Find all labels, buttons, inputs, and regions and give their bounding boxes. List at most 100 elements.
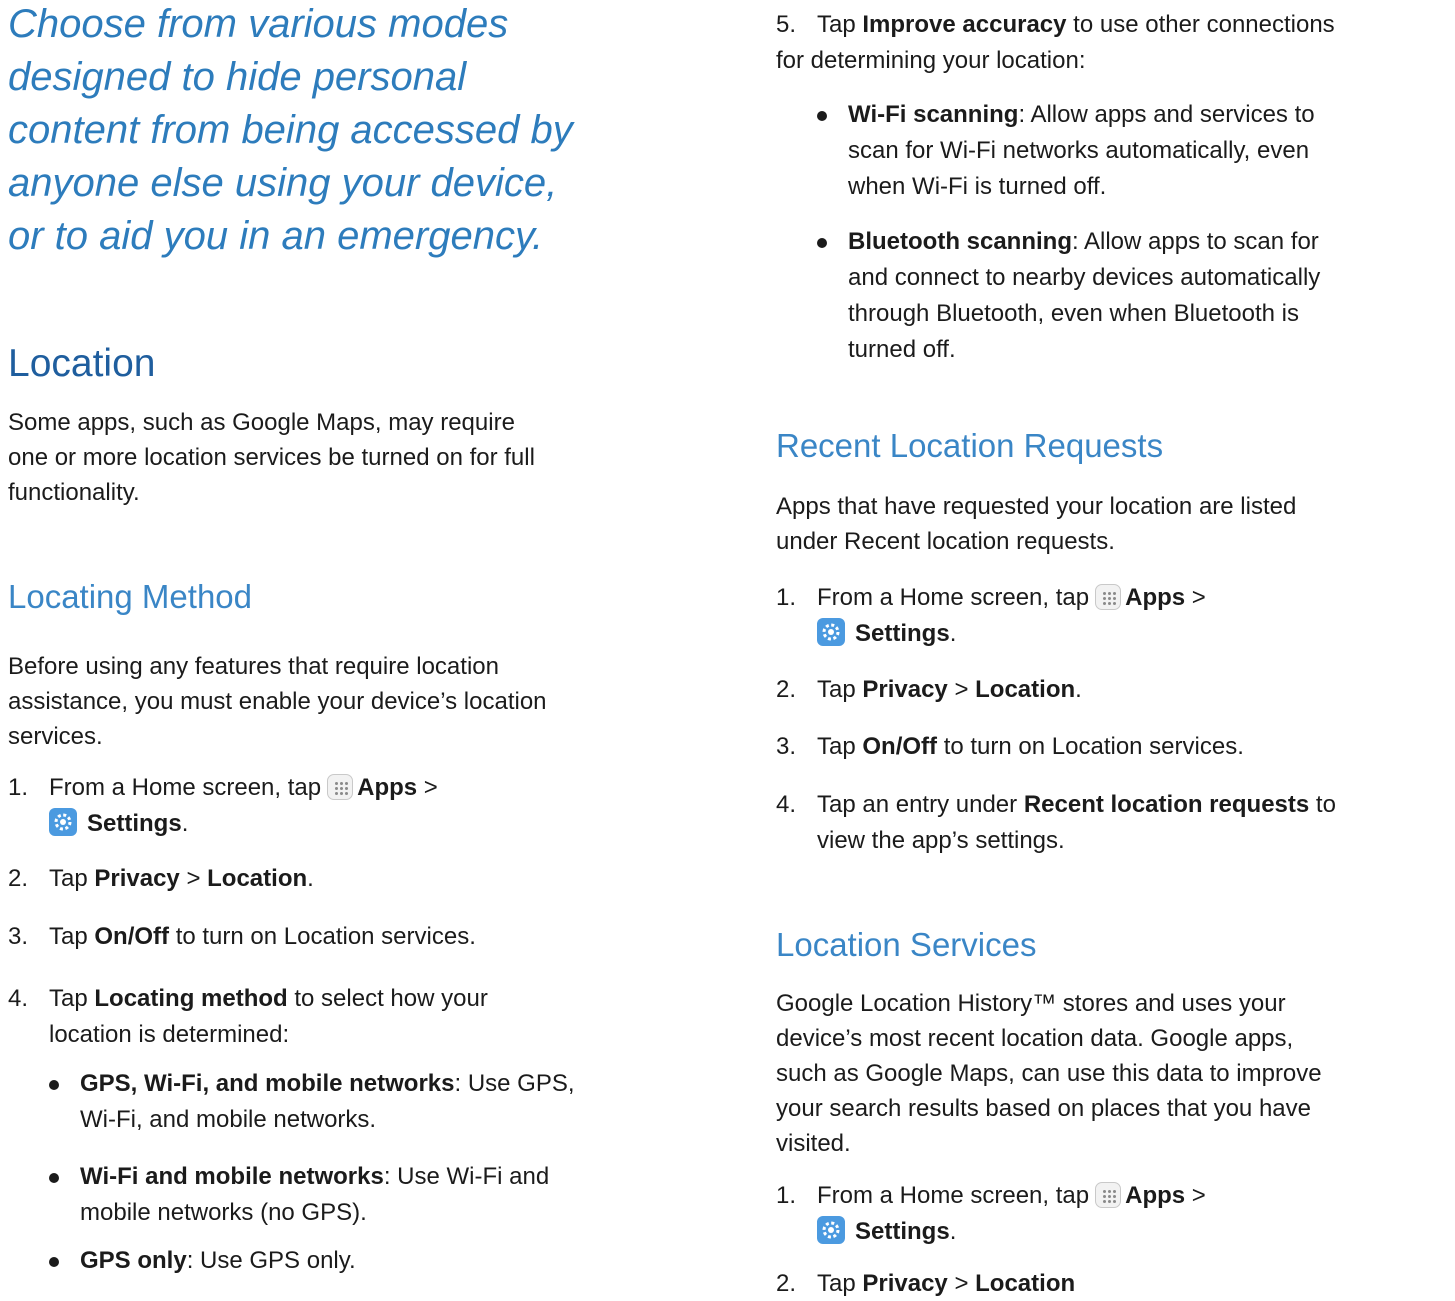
step-text: for determining your location: [776, 47, 1086, 74]
step-text: From a Home screen, tap [817, 1182, 1090, 1209]
desc-line: such as Google Maps, can use this data t… [776, 1060, 1322, 1087]
step-text: to turn on Location services. [943, 733, 1244, 760]
separator: > [1191, 584, 1206, 611]
step-text: From a Home screen, tap [49, 774, 322, 801]
step-text: to select how your [294, 985, 488, 1012]
desc-line: Some apps, such as Google Maps, may requ… [8, 409, 515, 436]
step-text: Tap [817, 676, 856, 703]
desc-line: functionality. [8, 479, 140, 506]
locating-method-description: Before using any features that require l… [8, 649, 547, 754]
desc-line: under Recent location requests. [776, 528, 1115, 555]
bullet-text: and connect to nearby devices automatica… [848, 264, 1321, 291]
step-number: 4. [8, 985, 29, 1012]
locating-method-heading: Locating Method [8, 578, 253, 615]
step-number: 5. [776, 11, 797, 38]
bullet-text: : Allow apps and services to [1018, 101, 1315, 128]
settings-gear-icon [817, 618, 845, 646]
bullet-text: through Bluetooth, even when Bluetooth i… [848, 300, 1299, 327]
bullet-dot [49, 1173, 59, 1183]
bullet-title: GPS, Wi-Fi, and mobile networks [80, 1070, 455, 1097]
bullet-text: scan for Wi-Fi networks automatically, e… [848, 137, 1310, 164]
step-number: 1. [776, 1182, 797, 1209]
step-number: 3. [8, 923, 29, 950]
step-number: 2. [8, 865, 29, 892]
step-number: 2. [776, 1270, 797, 1297]
location-heading: Location [8, 342, 156, 385]
separator: > [186, 865, 201, 892]
punctuation: . [949, 1218, 957, 1245]
step-number: 2. [776, 676, 797, 703]
step-number: 4. [776, 791, 797, 818]
apps-grid-icon [327, 774, 354, 800]
bullet-dot [817, 111, 827, 121]
desc-line: Apps that have requested your location a… [776, 493, 1297, 520]
bullet-dot [49, 1080, 59, 1090]
settings-gear-icon [49, 808, 77, 836]
apps-label: Apps [1125, 584, 1186, 611]
intro-text: Choose from various modes designed to hi… [8, 0, 688, 263]
step-number: 3. [776, 733, 797, 760]
desc-line: device’s most recent location data. Goog… [776, 1025, 1294, 1052]
services-description: Google Location History™ stores and uses… [776, 986, 1322, 1161]
step-text: From a Home screen, tap [817, 584, 1090, 611]
bullet-title: Bluetooth scanning [848, 228, 1072, 255]
desc-line: Before using any features that require l… [8, 653, 499, 680]
settings-label: Settings [87, 810, 182, 837]
recent-requests-label: Recent location requests [1023, 791, 1310, 818]
settings-label: Settings [855, 1218, 950, 1245]
bullet-title: GPS only [80, 1247, 187, 1274]
desc-line: Google Location History™ stores and uses… [776, 990, 1286, 1017]
bullet-dot [49, 1257, 59, 1267]
bullet-text: when Wi-Fi is turned off. [848, 173, 1107, 200]
punctuation: . [307, 865, 314, 892]
punctuation: . [1075, 676, 1082, 703]
step-number: 1. [8, 774, 29, 801]
bullet-text: : Use GPS, [454, 1070, 575, 1097]
desc-line: assistance, you must enable your device’… [8, 688, 547, 715]
step-text: Tap [817, 1270, 856, 1297]
step-text: location is determined: [49, 1021, 290, 1048]
separator: > [954, 1270, 969, 1297]
bullet-text: mobile networks (no GPS). [80, 1199, 367, 1226]
intro-line: Choose from various modes [8, 2, 509, 46]
apps-grid-icon [1095, 1182, 1122, 1208]
location-description: Some apps, such as Google Maps, may requ… [8, 405, 535, 510]
desc-line: visited. [776, 1130, 851, 1157]
intro-line: designed to hide personal [8, 55, 467, 99]
punctuation: . [181, 810, 189, 837]
bullet-text: : Allow apps to scan for [1072, 228, 1319, 255]
bullet-title: Wi-Fi and mobile networks [80, 1163, 384, 1190]
intro-line: anyone else using your device, [8, 161, 558, 205]
desc-line: one or more location services be turned … [8, 444, 535, 471]
settings-gear-icon [817, 1216, 845, 1244]
step-text: Tap [49, 865, 88, 892]
onoff-label: On/Off [94, 923, 170, 950]
location-label: Location [975, 1270, 1076, 1297]
location-services-heading: Location Services [776, 926, 1037, 963]
step-text: to [1315, 791, 1336, 818]
bullet-text: : Use GPS only. [186, 1247, 356, 1274]
step-text: Tap [817, 11, 856, 38]
step-text: Tap [49, 985, 88, 1012]
bullet-dot [817, 238, 827, 248]
separator: > [423, 774, 438, 801]
intro-line: content from being accessed by [8, 108, 573, 152]
separator: > [1191, 1182, 1206, 1209]
bullet-title: Wi-Fi scanning [848, 101, 1019, 128]
step-text: view the app’s settings. [817, 827, 1065, 854]
step-number: 1. [776, 584, 797, 611]
bullet-text: : Use Wi-Fi and [383, 1163, 550, 1190]
bullet-text: Wi-Fi, and mobile networks. [80, 1106, 377, 1133]
step-text: Tap [817, 733, 856, 760]
locating-method-label: Locating method [94, 985, 288, 1012]
improve-accuracy-label: Improve accuracy [862, 11, 1067, 38]
step-text: to use other connections [1073, 11, 1335, 38]
punctuation: . [949, 620, 957, 647]
step-text: Tap [49, 923, 88, 950]
location-label: Location [975, 676, 1076, 703]
privacy-label: Privacy [94, 865, 180, 892]
onoff-label: On/Off [862, 733, 938, 760]
apps-label: Apps [357, 774, 418, 801]
location-label: Location [207, 865, 308, 892]
recent-description: Apps that have requested your location a… [776, 489, 1296, 559]
